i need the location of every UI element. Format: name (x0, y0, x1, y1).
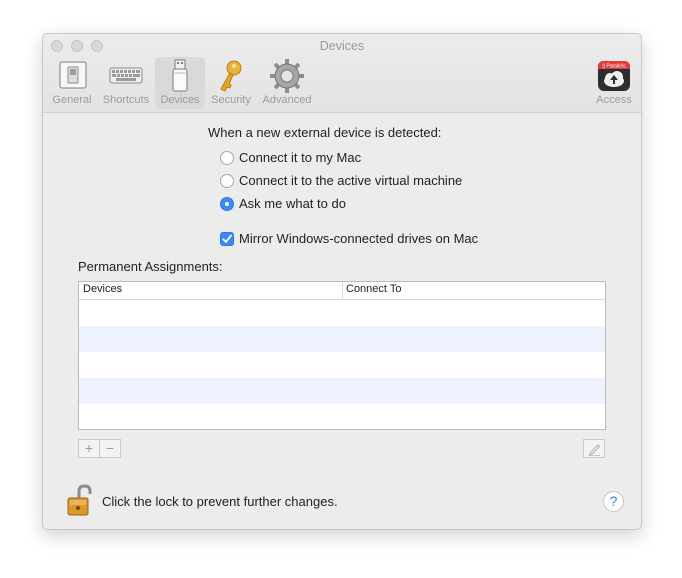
permanent-assignments-title: Permanent Assignments: (78, 259, 223, 274)
devices-pane: When a new external device is detected: … (43, 113, 641, 529)
toolbar-label: Shortcuts (102, 94, 150, 106)
checkmark-icon (222, 234, 232, 243)
pencil-icon (588, 444, 601, 456)
mirror-drives-checkbox[interactable] (220, 232, 234, 246)
radio-label[interactable]: Connect it to my Mac (239, 150, 361, 165)
radio-label[interactable]: Ask me what to do (239, 196, 346, 211)
radio-label[interactable]: Connect it to the active virtual machine (239, 173, 462, 188)
toolbar-label: Security (211, 94, 251, 106)
toolbar-access[interactable]: || Parallels Access (589, 57, 639, 109)
table-row (79, 352, 605, 378)
toolbar-tab-devices[interactable]: Devices (155, 57, 205, 109)
window-title: Devices (319, 39, 365, 53)
assignments-table[interactable]: Devices Connect To (78, 281, 606, 430)
toolbar-label: Advanced (262, 94, 312, 106)
column-divider[interactable] (342, 282, 343, 299)
column-header-devices[interactable]: Devices (83, 283, 122, 295)
keyboard-icon (101, 59, 151, 93)
parallels-badge: || Parallels (602, 64, 626, 70)
table-row (79, 404, 605, 429)
lock-message: Click the lock to prevent further change… (102, 494, 338, 509)
radio-ask-me[interactable] (220, 197, 234, 211)
parallels-access-icon: || Parallels (589, 59, 639, 93)
toolbar-tab-general[interactable]: General (47, 57, 97, 109)
radio-connect-mac[interactable] (220, 151, 234, 165)
column-header-connect-to[interactable]: Connect To (346, 283, 401, 295)
table-row (79, 326, 605, 352)
edit-assignment-button[interactable] (583, 439, 605, 458)
gear-icon (262, 59, 312, 93)
add-assignment-button[interactable]: + (78, 439, 100, 458)
toolbar-tab-security[interactable]: Security (206, 57, 256, 109)
toolbar-label: General (52, 94, 92, 106)
table-row (79, 378, 605, 404)
table-header: Devices Connect To (79, 282, 605, 300)
toolbar-tab-shortcuts[interactable]: Shortcuts (101, 57, 151, 109)
radio-connect-vm[interactable] (220, 174, 234, 188)
toolbar-label: Access (596, 94, 632, 106)
detection-prompt: When a new external device is detected: (208, 125, 442, 140)
help-button[interactable]: ? (603, 491, 624, 512)
remove-assignment-button[interactable]: − (99, 439, 121, 458)
key-icon (206, 59, 256, 93)
titlebar-toolbar: Devices General Shortcuts Devices Securi… (43, 34, 641, 113)
general-switch-icon (47, 59, 97, 93)
mirror-drives-label[interactable]: Mirror Windows-connected drives on Mac (239, 231, 478, 246)
table-row (79, 300, 605, 326)
devices-preferences-window: Devices General Shortcuts Devices Securi… (42, 33, 642, 530)
lock-icon[interactable] (66, 484, 94, 518)
usb-drive-icon (155, 59, 205, 93)
toolbar-tab-advanced[interactable]: Advanced (262, 57, 312, 109)
